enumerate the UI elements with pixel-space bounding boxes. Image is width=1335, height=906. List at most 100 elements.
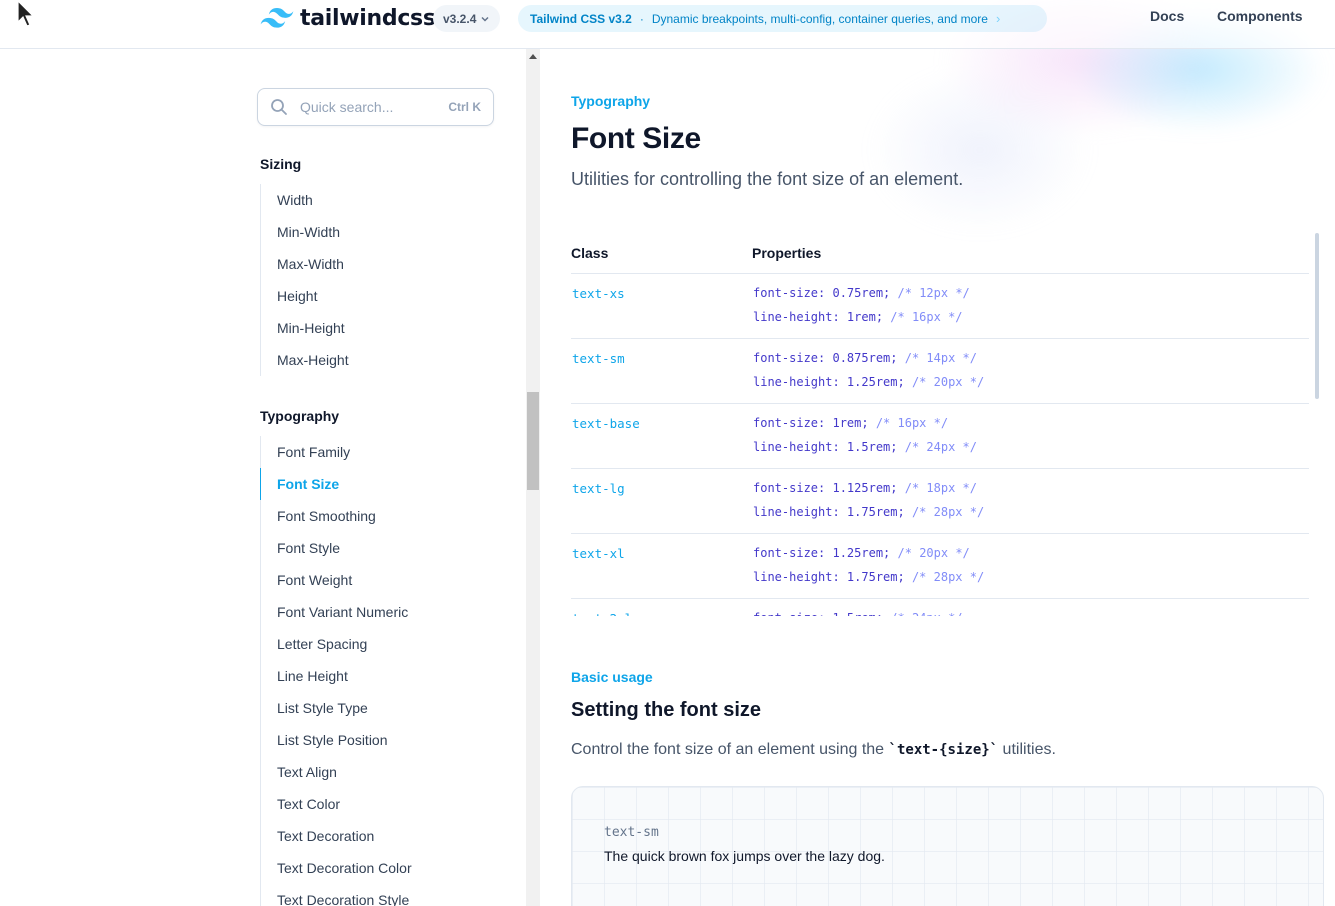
sidebar-group-typography: Typography bbox=[260, 408, 340, 424]
version-dropdown[interactable]: v3.2.4 bbox=[433, 5, 501, 32]
property-value: line-height: 1rem; bbox=[753, 310, 884, 324]
property-line-height: line-height: 1.5rem; /* 24px */ bbox=[753, 440, 977, 454]
class-name: text-xl bbox=[572, 546, 625, 561]
property-value: font-size: 0.75rem; bbox=[753, 286, 891, 300]
table-row: text-sm font-size: 0.875rem; /* 14px */ li… bbox=[571, 339, 1309, 404]
section-eyebrow: Typography bbox=[571, 93, 651, 109]
property-value: font-size: 1.25rem; bbox=[753, 546, 891, 560]
main-content: Typography Font Size Utilities for contr… bbox=[540, 49, 1335, 906]
chevron-down-icon bbox=[481, 16, 489, 22]
sidebar-item-height[interactable]: Height bbox=[260, 280, 500, 312]
search-placeholder: Quick search... bbox=[300, 99, 394, 115]
table-body: text-xs font-size: 0.75rem; /* 12px */ lin… bbox=[571, 274, 1309, 616]
property-comment: /* 20px */ bbox=[897, 546, 970, 560]
table-scrollbar[interactable] bbox=[1315, 233, 1319, 399]
tailwind-logo-icon bbox=[260, 8, 294, 28]
sidebar-item-max-height[interactable]: Max-Height bbox=[260, 344, 500, 376]
property-font-size: font-size: 1rem; /* 16px */ bbox=[753, 416, 948, 430]
search-icon bbox=[271, 99, 287, 115]
sidebar-item-text-color[interactable]: Text Color bbox=[260, 788, 500, 820]
sidebar-item-width[interactable]: Width bbox=[260, 184, 500, 216]
table-row: text-xl font-size: 1.25rem; /* 20px */ lin… bbox=[571, 534, 1309, 599]
column-header-properties: Properties bbox=[752, 245, 822, 261]
table-row: text-base font-size: 1rem; /* 16px */ line… bbox=[571, 404, 1309, 469]
sidebar-item-max-width[interactable]: Max-Width bbox=[260, 248, 500, 280]
sidebar-item-text-decoration-style[interactable]: Text Decoration Style bbox=[260, 884, 500, 906]
property-comment: /* 12px */ bbox=[897, 286, 970, 300]
property-font-size: font-size: 0.75rem; /* 12px */ bbox=[753, 286, 970, 300]
top-header: tailwindcss v3.2.4 Tailwind CSS v3.2 · D… bbox=[0, 0, 1335, 49]
property-line-height: line-height: 1.75rem; /* 28px */ bbox=[753, 570, 984, 584]
mouse-cursor-icon bbox=[17, 0, 35, 27]
sidebar-item-text-decoration[interactable]: Text Decoration bbox=[260, 820, 500, 852]
property-value: line-height: 1.25rem; bbox=[753, 375, 905, 389]
example-text: The quick brown fox jumps over the lazy … bbox=[604, 848, 885, 864]
table-row: text-2xlfont-size: 1.5rem; /* 24px */lin… bbox=[571, 599, 1309, 616]
paragraph-text-after: utilities. bbox=[998, 741, 1056, 758]
class-name: text-2xl bbox=[572, 611, 632, 616]
sidebar-item-min-width[interactable]: Min-Width bbox=[260, 216, 500, 248]
property-font-size: font-size: 1.25rem; /* 20px */ bbox=[753, 546, 970, 560]
sidebar-item-text-decoration-color[interactable]: Text Decoration Color bbox=[260, 852, 500, 884]
property-font-size: font-size: 1.5rem; /* 24px */ bbox=[753, 611, 963, 616]
announcement-banner[interactable]: Tailwind CSS v3.2 · Dynamic breakpoints,… bbox=[518, 5, 1047, 32]
property-comment: /* 16px */ bbox=[890, 310, 963, 324]
table-header: Class Properties bbox=[571, 232, 1309, 274]
class-name: text-base bbox=[572, 416, 640, 431]
inline-code: `text-{size}` bbox=[888, 742, 999, 758]
property-value: line-height: 1.5rem; bbox=[753, 440, 898, 454]
property-comment: /* 24px */ bbox=[890, 611, 962, 616]
section-paragraph: Control the font size of an element usin… bbox=[571, 741, 1056, 759]
column-header-class: Class bbox=[571, 245, 609, 261]
table-row: text-xs font-size: 0.75rem; /* 12px */ lin… bbox=[571, 274, 1309, 339]
section-heading: Setting the font size bbox=[571, 699, 761, 721]
sidebar-item-list-style-type[interactable]: List Style Type bbox=[260, 692, 500, 724]
sidebar-item-font-variant-numeric[interactable]: Font Variant Numeric bbox=[260, 596, 500, 628]
property-line-height: line-height: 1rem; /* 16px */ bbox=[753, 310, 963, 324]
sidebar-item-font-smoothing[interactable]: Font Smoothing bbox=[260, 500, 500, 532]
sidebar-scrollbar-thumb[interactable] bbox=[527, 392, 539, 490]
example-preview: text-sm The quick brown fox jumps over t… bbox=[571, 786, 1324, 906]
nav-link-docs[interactable]: Docs bbox=[1150, 8, 1184, 24]
version-label: v3.2.4 bbox=[443, 11, 477, 26]
class-name: text-xs bbox=[572, 286, 625, 301]
property-line-height: line-height: 1.75rem; /* 28px */ bbox=[753, 505, 984, 519]
sidebar-item-letter-spacing[interactable]: Letter Spacing bbox=[260, 628, 500, 660]
sidebar-item-font-weight[interactable]: Font Weight bbox=[260, 564, 500, 596]
property-font-size: font-size: 1.125rem; /* 18px */ bbox=[753, 481, 977, 495]
property-font-size: font-size: 0.875rem; /* 14px */ bbox=[753, 351, 977, 365]
page-title: Font Size bbox=[571, 122, 701, 155]
basic-usage-eyebrow: Basic usage bbox=[571, 669, 653, 685]
class-name: text-sm bbox=[572, 351, 625, 366]
property-value: line-height: 1.75rem; bbox=[753, 505, 905, 519]
property-comment: /* 24px */ bbox=[904, 440, 977, 454]
property-value: line-height: 1.75rem; bbox=[753, 570, 905, 584]
property-value: font-size: 1.5rem; bbox=[753, 611, 883, 616]
sidebar-item-line-height[interactable]: Line Height bbox=[260, 660, 500, 692]
property-value: font-size: 0.875rem; bbox=[753, 351, 898, 365]
property-comment: /* 20px */ bbox=[911, 375, 985, 389]
tailwind-logo[interactable]: tailwindcss bbox=[260, 5, 436, 31]
quick-search-button[interactable]: Quick search... Ctrl K bbox=[257, 88, 494, 126]
sidebar-item-text-align[interactable]: Text Align bbox=[260, 756, 500, 788]
property-comment: /* 18px */ bbox=[904, 481, 977, 495]
property-line-height: line-height: 1.25rem; /* 20px */ bbox=[753, 375, 984, 389]
page-lead: Utilities for controlling the font size … bbox=[571, 169, 964, 189]
sidebar-scrollbar[interactable] bbox=[526, 49, 540, 906]
sidebar-item-list-style-position[interactable]: List Style Position bbox=[260, 724, 500, 756]
example-label: text-sm bbox=[604, 825, 659, 840]
sidebar-group-sizing: Sizing bbox=[260, 156, 302, 172]
property-value: font-size: 1.125rem; bbox=[753, 481, 898, 495]
scroll-up-arrow-icon[interactable] bbox=[529, 54, 537, 59]
sidebar-item-font-style[interactable]: Font Style bbox=[260, 532, 500, 564]
announcement-text: Dynamic breakpoints, multi-config, conta… bbox=[651, 11, 988, 26]
paragraph-text-before: Control the font size of an element usin… bbox=[571, 741, 889, 758]
property-comment: /* 28px */ bbox=[911, 570, 985, 584]
sidebar-item-font-size[interactable]: Font Size bbox=[260, 468, 500, 500]
sidebar-item-min-height[interactable]: Min-Height bbox=[260, 312, 500, 344]
sidebar-list-sizing: Width Min-Width Max-Width Height Min-Hei… bbox=[260, 184, 500, 376]
sidebar-item-font-family[interactable]: Font Family bbox=[260, 436, 500, 468]
nav-link-components[interactable]: Components bbox=[1217, 8, 1303, 24]
sidebar: Quick search... Ctrl K Sizing Width Min-… bbox=[0, 49, 526, 906]
logo-wordmark: tailwindcss bbox=[300, 5, 436, 31]
